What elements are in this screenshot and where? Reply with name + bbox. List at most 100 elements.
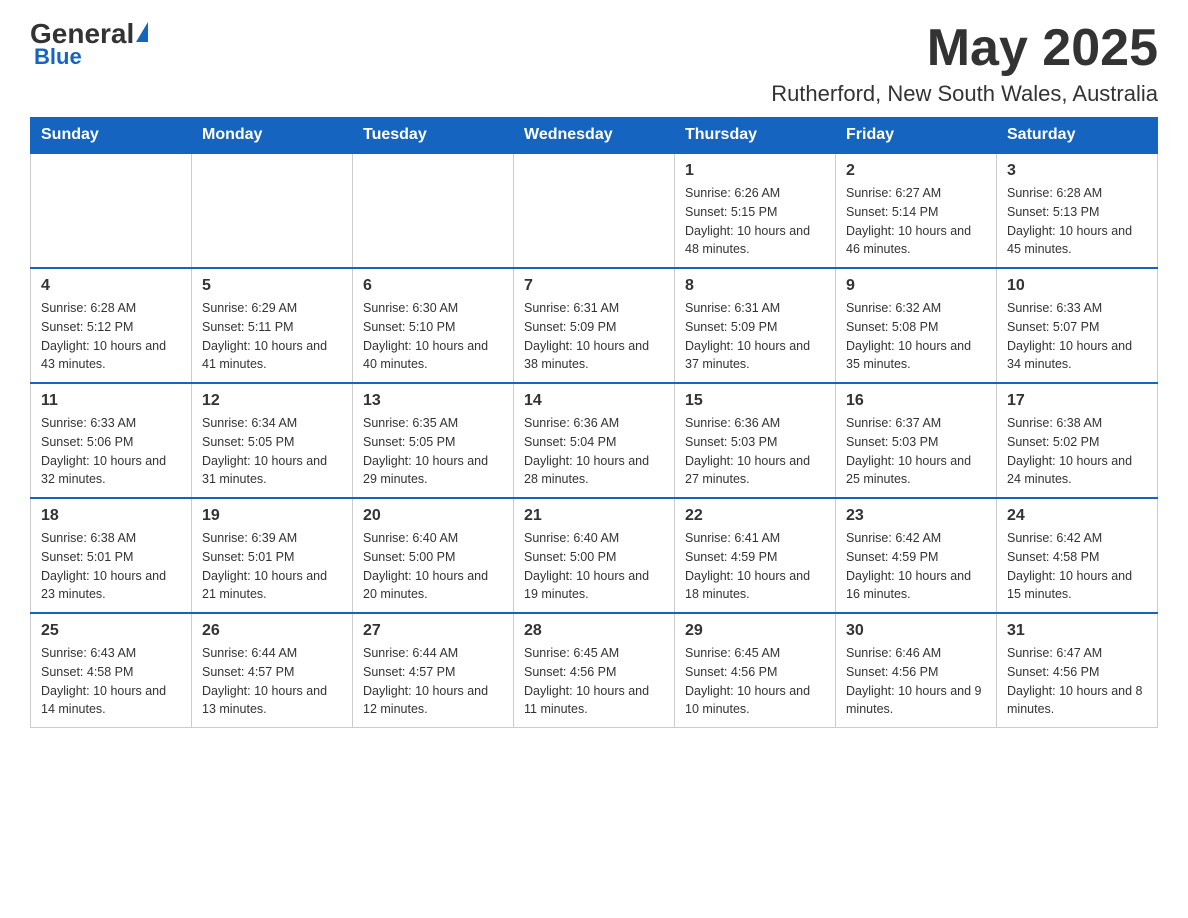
calendar-cell-1-1: [31, 153, 192, 268]
location: Rutherford, New South Wales, Australia: [771, 81, 1158, 107]
day-info: Sunrise: 6:29 AMSunset: 5:11 PMDaylight:…: [202, 299, 342, 374]
calendar-header-row: SundayMondayTuesdayWednesdayThursdayFrid…: [31, 118, 1158, 154]
calendar-cell-3-6: 16 Sunrise: 6:37 AMSunset: 5:03 PMDayligh…: [836, 383, 997, 498]
calendar-cell-1-7: 3Sunrise: 6:28 AMSunset: 5:13 PMDaylight…: [997, 153, 1158, 268]
logo-blue: Blue: [34, 44, 82, 70]
calendar-cell-2-1: 4 Sunrise: 6:28 AMSunset: 5:12 PMDaylight…: [31, 268, 192, 383]
calendar-cell-3-5: 15 Sunrise: 6:36 AMSunset: 5:03 PMDayligh…: [675, 383, 836, 498]
calendar-cell-4-7: 24 Sunrise: 6:42 AMSunset: 4:58 PMDayligh…: [997, 498, 1158, 613]
day-info: Sunrise: 6:42 AMSunset: 4:58 PMDaylight:…: [1007, 529, 1147, 604]
day-number: 15: [685, 392, 825, 410]
day-number: 28: [524, 622, 664, 640]
day-info: Sunrise: 6:44 AMSunset: 4:57 PMDaylight:…: [363, 644, 503, 719]
day-info: Sunrise: 6:38 AMSunset: 5:01 PMDaylight:…: [41, 529, 181, 604]
day-number: 11: [41, 392, 181, 410]
day-number: 29: [685, 622, 825, 640]
calendar-cell-1-3: [353, 153, 514, 268]
day-number: 2: [846, 162, 986, 180]
calendar-week-3: 11 Sunrise: 6:33 AMSunset: 5:06 PMDayligh…: [31, 383, 1158, 498]
day-number: 26: [202, 622, 342, 640]
calendar-header-wednesday: Wednesday: [514, 118, 675, 154]
calendar-cell-3-3: 13 Sunrise: 6:35 AMSunset: 5:05 PMDayligh…: [353, 383, 514, 498]
calendar-cell-1-6: 2Sunrise: 6:27 AMSunset: 5:14 PMDaylight…: [836, 153, 997, 268]
calendar-cell-1-4: [514, 153, 675, 268]
calendar-cell-3-7: 17Sunrise: 6:38 AMSunset: 5:02 PMDayligh…: [997, 383, 1158, 498]
calendar-cell-2-2: 5Sunrise: 6:29 AMSunset: 5:11 PMDaylight…: [192, 268, 353, 383]
day-number: 25: [41, 622, 181, 640]
day-info: Sunrise: 6:43 AMSunset: 4:58 PMDaylight:…: [41, 644, 181, 719]
day-info: Sunrise: 6:47 AMSunset: 4:56 PMDaylight:…: [1007, 644, 1147, 719]
calendar-cell-3-1: 11 Sunrise: 6:33 AMSunset: 5:06 PMDayligh…: [31, 383, 192, 498]
day-number: 27: [363, 622, 503, 640]
page-header: General Blue May 2025 Rutherford, New So…: [30, 20, 1158, 107]
day-number: 8: [685, 277, 825, 295]
day-number: 23: [846, 507, 986, 525]
calendar-cell-5-4: 28 Sunrise: 6:45 AMSunset: 4:56 PMDayligh…: [514, 613, 675, 728]
day-info: Sunrise: 6:34 AMSunset: 5:05 PMDaylight:…: [202, 414, 342, 489]
day-number: 21: [524, 507, 664, 525]
calendar-cell-1-2: [192, 153, 353, 268]
day-info: Sunrise: 6:45 AMSunset: 4:56 PMDaylight:…: [524, 644, 664, 719]
day-number: 9: [846, 277, 986, 295]
calendar-week-5: 25 Sunrise: 6:43 AMSunset: 4:58 PMDayligh…: [31, 613, 1158, 728]
calendar-cell-5-7: 31 Sunrise: 6:47 AMSunset: 4:56 PMDayligh…: [997, 613, 1158, 728]
day-number: 24: [1007, 507, 1147, 525]
day-info: Sunrise: 6:41 AMSunset: 4:59 PMDaylight:…: [685, 529, 825, 604]
day-number: 14: [524, 392, 664, 410]
calendar-cell-5-5: 29 Sunrise: 6:45 AMSunset: 4:56 PMDayligh…: [675, 613, 836, 728]
day-info: Sunrise: 6:26 AMSunset: 5:15 PMDaylight:…: [685, 184, 825, 259]
calendar-cell-2-5: 8Sunrise: 6:31 AMSunset: 5:09 PMDaylight…: [675, 268, 836, 383]
day-info: Sunrise: 6:45 AMSunset: 4:56 PMDaylight:…: [685, 644, 825, 719]
calendar-cell-5-2: 26 Sunrise: 6:44 AMSunset: 4:57 PMDayligh…: [192, 613, 353, 728]
calendar-cell-4-2: 19 Sunrise: 6:39 AMSunset: 5:01 PMDayligh…: [192, 498, 353, 613]
day-number: 4: [41, 277, 181, 295]
day-number: 18: [41, 507, 181, 525]
calendar-header-tuesday: Tuesday: [353, 118, 514, 154]
day-number: 13: [363, 392, 503, 410]
title-block: May 2025 Rutherford, New South Wales, Au…: [771, 20, 1158, 107]
calendar-cell-1-5: 1 Sunrise: 6:26 AMSunset: 5:15 PMDaylight…: [675, 153, 836, 268]
calendar-cell-4-3: 20Sunrise: 6:40 AMSunset: 5:00 PMDayligh…: [353, 498, 514, 613]
month-year: May 2025: [771, 20, 1158, 77]
day-number: 16: [846, 392, 986, 410]
day-number: 22: [685, 507, 825, 525]
day-number: 20: [363, 507, 503, 525]
day-number: 7: [524, 277, 664, 295]
day-number: 6: [363, 277, 503, 295]
calendar-table: SundayMondayTuesdayWednesdayThursdayFrid…: [30, 117, 1158, 728]
day-info: Sunrise: 6:31 AMSunset: 5:09 PMDaylight:…: [524, 299, 664, 374]
day-number: 31: [1007, 622, 1147, 640]
calendar-cell-3-2: 12 Sunrise: 6:34 AMSunset: 5:05 PMDayligh…: [192, 383, 353, 498]
day-number: 19: [202, 507, 342, 525]
calendar-cell-4-5: 22 Sunrise: 6:41 AMSunset: 4:59 PMDayligh…: [675, 498, 836, 613]
calendar-header-thursday: Thursday: [675, 118, 836, 154]
day-info: Sunrise: 6:39 AMSunset: 5:01 PMDaylight:…: [202, 529, 342, 604]
day-info: Sunrise: 6:28 AMSunset: 5:12 PMDaylight:…: [41, 299, 181, 374]
day-info: Sunrise: 6:46 AMSunset: 4:56 PMDaylight:…: [846, 644, 986, 719]
calendar-header-monday: Monday: [192, 118, 353, 154]
day-info: Sunrise: 6:40 AMSunset: 5:00 PMDaylight:…: [524, 529, 664, 604]
day-info: Sunrise: 6:32 AMSunset: 5:08 PMDaylight:…: [846, 299, 986, 374]
day-info: Sunrise: 6:42 AMSunset: 4:59 PMDaylight:…: [846, 529, 986, 604]
calendar-cell-2-4: 7 Sunrise: 6:31 AMSunset: 5:09 PMDaylight…: [514, 268, 675, 383]
calendar-header-friday: Friday: [836, 118, 997, 154]
calendar-cell-5-3: 27 Sunrise: 6:44 AMSunset: 4:57 PMDayligh…: [353, 613, 514, 728]
day-info: Sunrise: 6:28 AMSunset: 5:13 PMDaylight:…: [1007, 184, 1147, 259]
day-info: Sunrise: 6:30 AMSunset: 5:10 PMDaylight:…: [363, 299, 503, 374]
day-info: Sunrise: 6:33 AMSunset: 5:06 PMDaylight:…: [41, 414, 181, 489]
logo-triangle-icon: [136, 22, 148, 42]
day-number: 10: [1007, 277, 1147, 295]
day-info: Sunrise: 6:37 AMSunset: 5:03 PMDaylight:…: [846, 414, 986, 489]
day-info: Sunrise: 6:36 AMSunset: 5:03 PMDaylight:…: [685, 414, 825, 489]
calendar-cell-5-1: 25 Sunrise: 6:43 AMSunset: 4:58 PMDayligh…: [31, 613, 192, 728]
calendar-week-4: 18 Sunrise: 6:38 AMSunset: 5:01 PMDayligh…: [31, 498, 1158, 613]
day-info: Sunrise: 6:35 AMSunset: 5:05 PMDaylight:…: [363, 414, 503, 489]
day-number: 1: [685, 162, 825, 180]
calendar-cell-3-4: 14Sunrise: 6:36 AMSunset: 5:04 PMDayligh…: [514, 383, 675, 498]
calendar-cell-2-6: 9 Sunrise: 6:32 AMSunset: 5:08 PMDaylight…: [836, 268, 997, 383]
logo: General Blue: [30, 20, 148, 70]
calendar-week-1: 1 Sunrise: 6:26 AMSunset: 5:15 PMDaylight…: [31, 153, 1158, 268]
day-number: 17: [1007, 392, 1147, 410]
day-info: Sunrise: 6:44 AMSunset: 4:57 PMDaylight:…: [202, 644, 342, 719]
day-number: 12: [202, 392, 342, 410]
